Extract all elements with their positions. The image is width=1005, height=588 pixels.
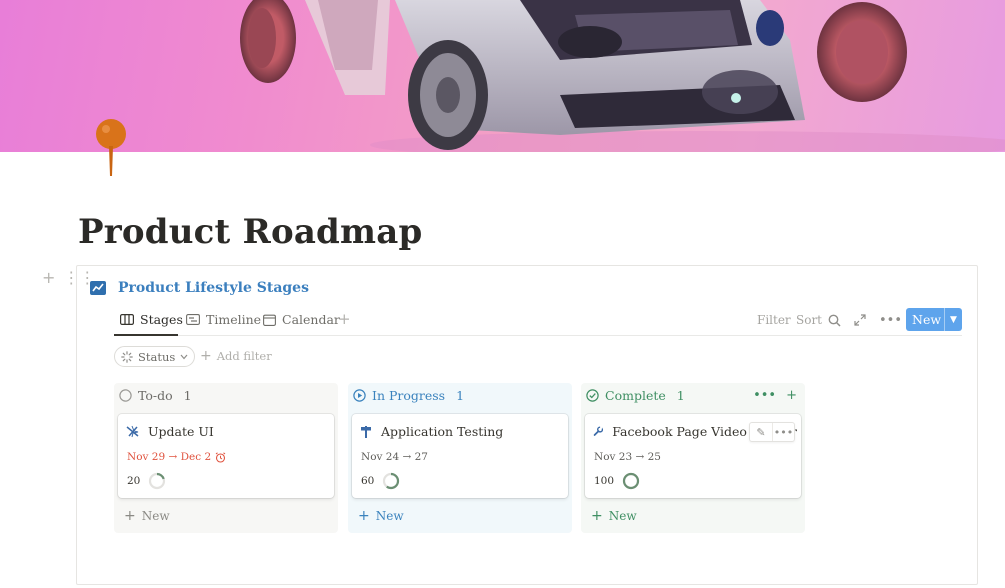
tab-label: Calendar bbox=[282, 312, 340, 327]
tab-label: Stages bbox=[140, 312, 183, 327]
add-filter-button[interactable]: + Add filter bbox=[200, 349, 272, 363]
column-actions: ••• + bbox=[753, 388, 797, 403]
status-circle-icon bbox=[119, 389, 132, 402]
tab-calendar[interactable]: Calendar bbox=[263, 312, 340, 327]
chart-trend-icon bbox=[90, 281, 106, 295]
plus-icon: + bbox=[358, 508, 370, 524]
board-icon bbox=[120, 314, 134, 325]
plus-icon: + bbox=[124, 508, 136, 524]
car-illustration bbox=[240, 0, 1005, 152]
column-header[interactable]: To-do 1 bbox=[119, 388, 192, 403]
timeline-icon bbox=[186, 314, 200, 325]
column-title: In Progress bbox=[372, 388, 446, 403]
card-progress: 60 bbox=[361, 472, 400, 490]
progress-value: 20 bbox=[127, 475, 141, 487]
wrench-icon bbox=[593, 426, 604, 436]
column-new-button[interactable]: + New bbox=[591, 509, 637, 523]
signpost-icon bbox=[361, 425, 371, 438]
plus-icon[interactable]: + bbox=[786, 388, 797, 403]
alarm-clock-icon bbox=[215, 451, 226, 463]
filter-button[interactable]: Filter bbox=[757, 308, 791, 332]
filter-label: Filter bbox=[757, 313, 791, 327]
play-circle-icon bbox=[353, 389, 366, 402]
tab-label: Timeline bbox=[206, 312, 262, 327]
expand-button[interactable] bbox=[854, 308, 866, 332]
database-title-row: Product Lifestyle Stages bbox=[90, 280, 309, 296]
card-title-row: Update UI bbox=[126, 424, 330, 439]
sort-button[interactable]: Sort bbox=[796, 308, 822, 332]
calendar-icon bbox=[263, 314, 276, 326]
add-view-button[interactable]: + bbox=[338, 310, 351, 328]
flight-icon bbox=[126, 425, 139, 438]
board-card[interactable]: Facebook Page Video Banner ✎ ••• Nov 23 … bbox=[585, 414, 801, 498]
add-block-icon[interactable]: + bbox=[42, 268, 55, 287]
column-count: 1 bbox=[676, 388, 685, 403]
tab-stages[interactable]: Stages bbox=[120, 312, 183, 327]
status-loader-icon bbox=[121, 350, 133, 363]
column-count: 1 bbox=[183, 388, 192, 403]
card-title: Application Testing bbox=[381, 424, 504, 439]
new-button-label: New bbox=[912, 312, 942, 327]
card-title: Update UI bbox=[148, 424, 214, 439]
edit-pencil-icon[interactable]: ✎ bbox=[750, 423, 772, 441]
column-new-label: New bbox=[141, 509, 170, 523]
sort-label: Sort bbox=[796, 313, 823, 327]
progress-ring-icon bbox=[622, 472, 640, 490]
chevron-down-icon[interactable]: ▼ bbox=[945, 315, 962, 325]
column-title: To-do bbox=[138, 388, 173, 403]
progress-value: 60 bbox=[361, 475, 375, 487]
column-count: 1 bbox=[456, 388, 465, 403]
column-new-button[interactable]: + New bbox=[124, 509, 170, 523]
page-title: Product Roadmap bbox=[78, 212, 423, 252]
search-icon bbox=[828, 314, 841, 327]
more-icon[interactable]: ••• bbox=[772, 423, 794, 441]
board-card[interactable]: Application Testing Nov 24 → 27 60 bbox=[352, 414, 568, 498]
chevron-down-icon bbox=[180, 354, 188, 359]
board-column-complete: Complete 1 ••• + Facebook Page Video Ban… bbox=[581, 383, 805, 533]
progress-value: 100 bbox=[594, 475, 615, 487]
board-column-todo: To-do 1 Update UI Nov 29 → Dec 2 20 + Ne… bbox=[114, 383, 338, 533]
date-range: Nov 24 → 27 bbox=[361, 451, 428, 463]
tab-timeline[interactable]: Timeline bbox=[186, 312, 261, 327]
column-new-button[interactable]: + New bbox=[358, 509, 404, 523]
database-title[interactable]: Product Lifestyle Stages bbox=[118, 280, 309, 296]
card-hover-toolbar: ✎ ••• bbox=[749, 422, 795, 442]
column-header[interactable]: In Progress 1 bbox=[353, 388, 464, 403]
date-range: Nov 29 → Dec 2 bbox=[127, 451, 212, 463]
column-new-label: New bbox=[608, 509, 637, 523]
add-filter-label: Add filter bbox=[216, 349, 272, 363]
search-button[interactable] bbox=[828, 308, 841, 332]
board-card[interactable]: Update UI Nov 29 → Dec 2 20 bbox=[118, 414, 334, 498]
card-dates: Nov 24 → 27 bbox=[361, 451, 428, 463]
plus-icon: + bbox=[200, 348, 212, 364]
new-button[interactable]: New ▼ bbox=[906, 308, 962, 331]
active-tab-underline bbox=[114, 334, 178, 336]
more-icon[interactable]: ••• bbox=[753, 388, 776, 403]
cover-image bbox=[0, 0, 1005, 152]
date-range: Nov 23 → 25 bbox=[594, 451, 661, 463]
card-dates: Nov 29 → Dec 2 bbox=[127, 451, 226, 463]
board-column-in-progress: In Progress 1 Application Testing Nov 24… bbox=[348, 383, 572, 533]
column-title: Complete bbox=[605, 388, 666, 403]
pushpin-icon[interactable] bbox=[92, 118, 132, 180]
column-new-label: New bbox=[375, 509, 404, 523]
progress-ring-icon bbox=[383, 472, 400, 490]
card-dates: Nov 23 → 25 bbox=[594, 451, 661, 463]
more-options-button[interactable]: ••• bbox=[879, 308, 902, 332]
status-chip-label: Status bbox=[138, 349, 176, 364]
plus-icon: + bbox=[591, 508, 603, 524]
card-title-row: Application Testing bbox=[360, 424, 564, 439]
more-icon: ••• bbox=[879, 312, 903, 328]
check-circle-icon bbox=[586, 389, 599, 402]
expand-icon bbox=[854, 314, 866, 326]
card-progress: 100 bbox=[594, 472, 640, 490]
progress-ring-icon bbox=[149, 472, 166, 490]
card-progress: 20 bbox=[127, 472, 166, 490]
column-header[interactable]: Complete 1 bbox=[586, 388, 685, 403]
status-filter-chip[interactable]: Status bbox=[114, 346, 196, 367]
